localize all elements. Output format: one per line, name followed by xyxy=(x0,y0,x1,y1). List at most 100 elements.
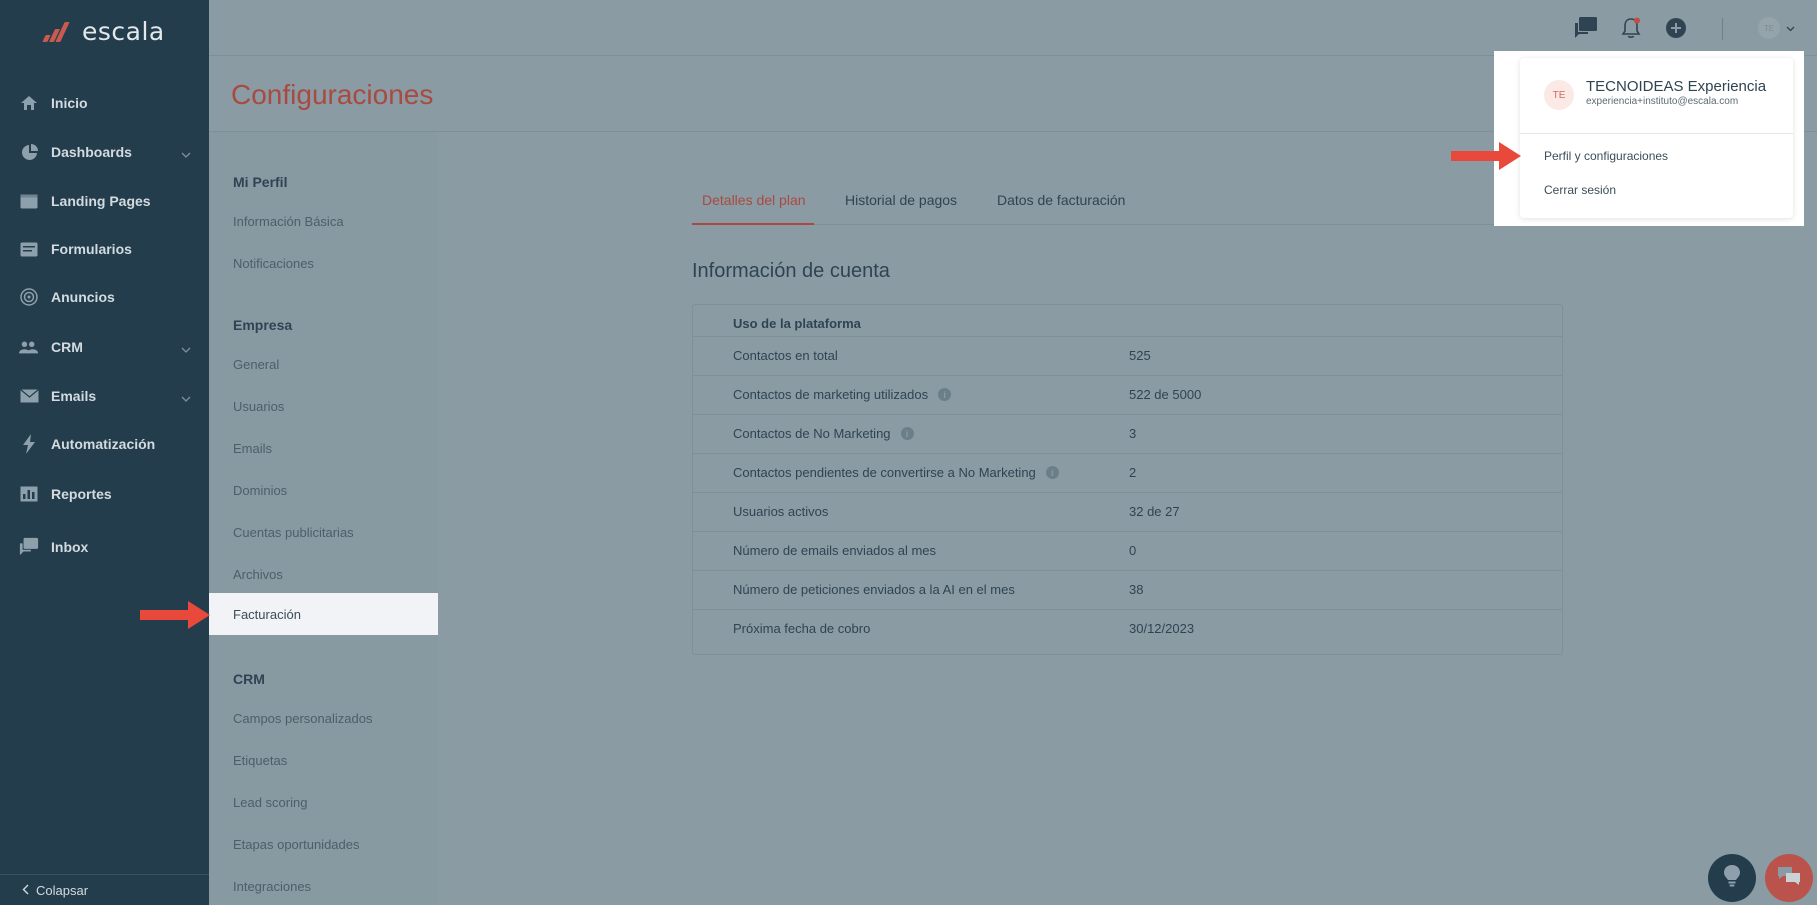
sidebar-item-label: Anuncios xyxy=(51,289,115,305)
chevron-down-icon xyxy=(181,145,191,161)
sidebar-item-dashboards[interactable]: Dashboards xyxy=(0,132,209,172)
sidebar: escala Inicio Dashboards Landing Pages F… xyxy=(0,0,209,905)
row-label: Número de peticiones enviados a la AI en… xyxy=(733,582,1015,597)
user-email: experiencia+instituto@escala.com xyxy=(1586,96,1739,107)
logout-link[interactable]: Cerrar sesión xyxy=(1544,183,1616,197)
avatar: TE xyxy=(1544,80,1574,110)
sidebar-item-inbox[interactable]: Inbox xyxy=(0,527,209,567)
sidebar-item-landing-pages[interactable]: Landing Pages xyxy=(0,181,209,221)
sidebar-item-label: Landing Pages xyxy=(51,193,151,209)
sidebar-item-label: CRM xyxy=(51,339,83,355)
settings-item-etapas-oportunidades[interactable]: Etapas oportunidades xyxy=(233,837,359,852)
row-label: Usuarios activos xyxy=(733,504,829,519)
card-title: Uso de la plataforma xyxy=(733,316,861,331)
avatar: TE xyxy=(1758,17,1780,39)
user-name: TECNOIDEAS Experiencia xyxy=(1586,78,1767,95)
row-value: 30/12/2023 xyxy=(1129,621,1195,636)
settings-item-informacion-basica[interactable]: Información Básica xyxy=(233,214,344,229)
sidebar-item-inicio[interactable]: Inicio xyxy=(0,83,209,123)
sidebar-item-label: Reportes xyxy=(51,486,112,502)
chat-support-button[interactable] xyxy=(1765,854,1813,902)
settings-item-emails[interactable]: Emails xyxy=(233,441,272,456)
row-value: 2 xyxy=(1129,465,1137,480)
active-tab-indicator xyxy=(692,223,814,225)
chevron-down-icon xyxy=(181,340,191,356)
table-row: Número de peticiones enviados a la AI en… xyxy=(693,570,1562,609)
plan-tabs: Detalles del plan Historial de pagos Dat… xyxy=(692,186,1562,225)
tab-detalles-del-plan[interactable]: Detalles del plan xyxy=(702,192,806,208)
chat-bubbles-icon xyxy=(1776,865,1802,892)
account-usage-card: Uso de la plataforma Contactos en total … xyxy=(692,304,1563,655)
row-value: 525 xyxy=(1129,348,1151,363)
sidebar-item-automatizacion[interactable]: Automatización xyxy=(0,424,209,464)
user-dropdown: TE TECNOIDEAS Experiencia experiencia+in… xyxy=(1520,58,1793,218)
browser-window-icon xyxy=(19,191,39,211)
row-label: Número de emails enviados al mes xyxy=(733,543,937,558)
lightning-icon xyxy=(19,434,39,454)
inbox-icon[interactable] xyxy=(1574,17,1598,44)
user-menu-toggle[interactable]: TE xyxy=(1758,17,1795,39)
section-title: Información de cuenta xyxy=(692,260,890,282)
table-row: Próxima fecha de cobro 30/12/2023 xyxy=(693,609,1562,648)
info-icon[interactable]: i xyxy=(938,388,952,401)
sidebar-item-label: Emails xyxy=(51,388,97,404)
envelope-icon xyxy=(19,386,39,406)
lightbulb-button[interactable] xyxy=(1708,854,1756,902)
sidebar-item-label: Dashboards xyxy=(51,144,132,160)
settings-item-dominios[interactable]: Dominios xyxy=(233,483,287,498)
sidebar-item-label: Automatización xyxy=(51,436,156,452)
home-icon xyxy=(19,93,39,113)
settings-item-label: Facturación xyxy=(233,607,301,622)
collapse-sidebar-button[interactable]: Colapsar xyxy=(0,874,209,905)
annotation-arrow-icon xyxy=(140,601,210,629)
topbar xyxy=(209,0,1817,56)
table-row: Usuarios activos 32 de 27 xyxy=(693,492,1562,531)
users-icon xyxy=(19,337,39,357)
settings-item-etiquetas[interactable]: Etiquetas xyxy=(233,753,287,768)
sidebar-item-label: Formularios xyxy=(51,241,132,257)
tab-datos-de-facturacion[interactable]: Datos de facturación xyxy=(997,192,1125,208)
info-icon[interactable]: i xyxy=(900,427,914,440)
bar-chart-icon xyxy=(19,484,39,504)
sidebar-item-emails[interactable]: Emails xyxy=(0,376,209,416)
table-row: Contactos pendientes de convertirse a No… xyxy=(693,453,1562,492)
settings-item-notificaciones[interactable]: Notificaciones xyxy=(233,256,314,271)
settings-item-cuentas-publicitarias[interactable]: Cuentas publicitarias xyxy=(233,525,354,540)
chevron-down-icon xyxy=(181,389,191,405)
tab-historial-de-pagos[interactable]: Historial de pagos xyxy=(845,192,957,208)
settings-item-lead-scoring[interactable]: Lead scoring xyxy=(233,795,307,810)
row-value: 0 xyxy=(1129,543,1137,558)
row-label: Próxima fecha de cobro xyxy=(733,621,871,636)
table-row: Contactos de No Marketing i 3 xyxy=(693,414,1562,453)
settings-item-campos-personalizados[interactable]: Campos personalizados xyxy=(233,711,372,726)
plus-circle-icon[interactable] xyxy=(1665,17,1687,44)
settings-item-archivos[interactable]: Archivos xyxy=(233,567,283,582)
bell-icon[interactable] xyxy=(1620,17,1642,44)
settings-section-empresa: Empresa xyxy=(233,317,293,333)
row-value: 32 de 27 xyxy=(1129,504,1180,519)
collapse-label: Colapsar xyxy=(36,882,89,898)
settings-section-crm: CRM xyxy=(233,671,265,687)
settings-item-usuarios[interactable]: Usuarios xyxy=(233,399,284,414)
row-label: Contactos pendientes de convertirse a No… xyxy=(733,465,1059,480)
chat-icon xyxy=(19,537,39,557)
sidebar-item-crm[interactable]: CRM xyxy=(0,327,209,367)
profile-settings-link[interactable]: Perfil y configuraciones xyxy=(1544,149,1668,163)
sidebar-item-anuncios[interactable]: Anuncios xyxy=(0,277,209,317)
escala-logo[interactable]: escala xyxy=(42,17,165,46)
settings-item-general[interactable]: General xyxy=(233,357,279,372)
logo-mark-icon xyxy=(42,20,76,44)
sidebar-item-label: Inicio xyxy=(51,95,88,111)
table-row: Número de emails enviados al mes 0 xyxy=(693,531,1562,570)
sidebar-item-reportes[interactable]: Reportes xyxy=(0,474,209,514)
row-value: 38 xyxy=(1129,582,1144,597)
logo-text: escala xyxy=(82,17,165,46)
annotation-arrow-icon xyxy=(1451,142,1521,170)
sidebar-item-formularios[interactable]: Formularios xyxy=(0,229,209,269)
settings-item-integraciones[interactable]: Integraciones xyxy=(233,879,311,894)
target-icon xyxy=(19,287,39,307)
page-title: Configuraciones xyxy=(231,79,434,110)
info-icon[interactable]: i xyxy=(1045,466,1059,479)
row-label: Contactos en total xyxy=(733,348,838,363)
settings-item-facturacion[interactable]: Facturación xyxy=(209,593,438,635)
